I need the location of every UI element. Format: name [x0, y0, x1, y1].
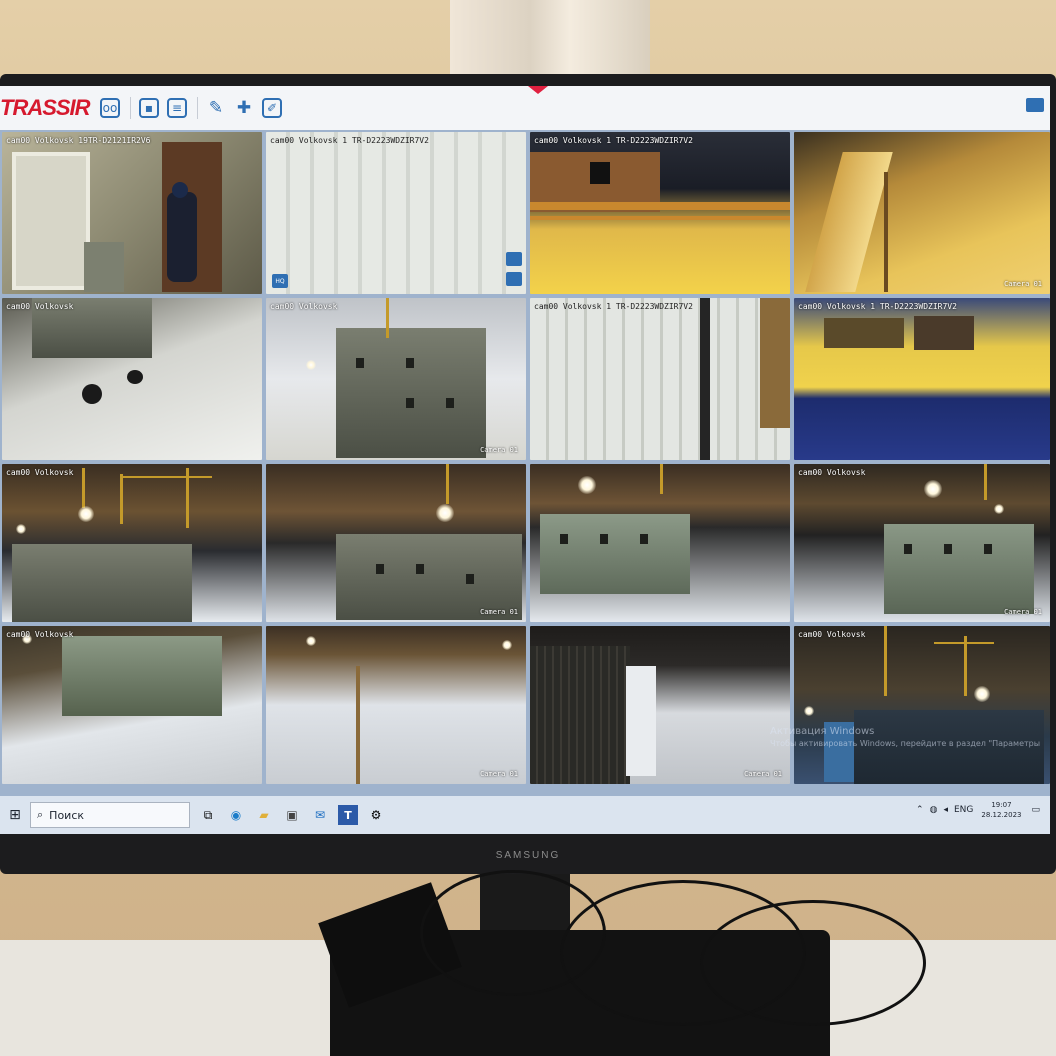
search-icon: ⌕ — [37, 808, 44, 821]
pen-icon[interactable]: ✎ — [206, 98, 226, 118]
camera-caption: Camera 01 — [1004, 280, 1042, 288]
camera-caption: Camera 01 — [480, 608, 518, 616]
store-icon[interactable]: ▣ — [282, 805, 302, 825]
camera-tile[interactable]: cam00 Volkovsk 1 TR-D2223WDZIR7V2 HQ — [266, 132, 526, 294]
camera-tile[interactable]: Camera 01 — [266, 464, 526, 622]
camera-label: cam00 Volkovsk — [270, 302, 338, 311]
camera-label: cam00 Volkovsk — [798, 630, 866, 639]
wall-background — [450, 0, 650, 80]
camera-label: cam00 Volkovsk — [798, 468, 866, 477]
camera-tile[interactable]: cam00 Volkovsk — [794, 626, 1050, 784]
camera-tile[interactable]: cam00 Volkovsk — [2, 626, 262, 784]
camera-tile[interactable]: cam00 Volkovsk 1 TR-D2223WDZIR7V2 — [794, 298, 1050, 460]
camera-icon[interactable] — [1026, 98, 1044, 112]
monitor-brand: SAMSUNG — [495, 850, 561, 861]
notifications-icon[interactable]: ▭ — [1031, 805, 1040, 815]
windows-activation-notice: Активация Windows Чтобы активировать Win… — [770, 726, 1040, 750]
camera-label: cam00 Volkovsk 1 TR-D2223WDZIR7V2 — [270, 136, 429, 145]
system-tray: ⌃ ◍ ◂ ENG 19:07 28.12.2023 ▭ — [916, 800, 1040, 820]
camera-tile[interactable]: cam00 Volkovsk Camera 01 — [794, 464, 1050, 622]
mail-icon[interactable]: ✉ — [310, 805, 330, 825]
camera-tile[interactable]: cam00 Volkovsk 19TR-D2121IR2V6 — [2, 132, 262, 294]
camera-caption: Camera 01 — [480, 446, 518, 454]
camera-label: cam00 Volkovsk 19TR-D2121IR2V6 — [6, 136, 151, 145]
camera-tile[interactable]: cam00 Volkovsk 1 TR-D2223WDZIR7V2 — [530, 298, 790, 460]
toolbar-separator — [197, 97, 198, 119]
activation-hint: Чтобы активировать Windows, перейдите в … — [770, 739, 1040, 748]
camera-caption: Camera 01 — [1004, 608, 1042, 616]
chevron-up-icon[interactable]: ⌃ — [916, 805, 924, 815]
activation-title: Активация Windows — [770, 726, 875, 737]
camera-label: cam00 Volkovsk 1 TR-D2223WDZIR7V2 — [534, 302, 693, 311]
monitor-screen: TRASSIR oo ▪ ≡ ✎ ✚ ✐ cam00 Volkovsk 19TR… — [0, 86, 1050, 834]
volume-icon[interactable]: ◂ — [943, 805, 948, 815]
layout-icon[interactable]: ≡ — [167, 98, 187, 118]
camera-label: cam00 Volkovsk — [6, 468, 74, 477]
center-marker-icon — [528, 86, 548, 94]
camera-tile[interactable]: Camera 01 — [266, 626, 526, 784]
camera-grid: cam00 Volkovsk 19TR-D2121IR2V6 cam00 Vol… — [0, 132, 1050, 796]
cable — [700, 900, 926, 1026]
cable — [420, 870, 606, 996]
windows-taskbar: ⊞ ⌕ Поиск ⧉ ◉ ▰ ▣ ✉ T ⚙ ⌃ ◍ ◂ ENG 19:07 … — [0, 796, 1050, 834]
camera-tile[interactable] — [530, 464, 790, 622]
taskbar-clock[interactable]: 19:07 28.12.2023 — [981, 800, 1021, 820]
camera-caption: Camera 01 — [480, 770, 518, 778]
trassir-taskbar-icon[interactable]: T — [338, 805, 358, 825]
camera-label: cam00 Volkovsk — [6, 630, 74, 639]
camera-caption: Camera 01 — [744, 770, 782, 778]
app-logo: TRASSIR — [0, 95, 91, 120]
record-icon[interactable]: oo — [100, 98, 120, 118]
clock-time: 19:07 — [991, 801, 1012, 809]
chat-icon[interactable]: ▪ — [139, 98, 159, 118]
camera-label: cam00 Volkovsk — [6, 302, 74, 311]
record-icon[interactable] — [506, 272, 522, 286]
windows-start-icon[interactable]: ⊞ — [0, 800, 30, 830]
language-indicator[interactable]: ENG — [954, 805, 973, 815]
settings-icon[interactable]: ⚙ — [366, 805, 386, 825]
camera-tile[interactable]: cam00 Volkovsk — [2, 298, 262, 460]
taskbar-search-input[interactable]: ⌕ Поиск — [30, 802, 190, 828]
puzzle-icon[interactable]: ✚ — [234, 98, 254, 118]
folder-icon[interactable]: ▰ — [254, 805, 274, 825]
task-view-icon[interactable]: ⧉ — [198, 805, 218, 825]
app-toolbar: TRASSIR oo ▪ ≡ ✎ ✚ ✐ — [0, 86, 1050, 130]
archive-icon[interactable] — [506, 252, 522, 266]
camera-label: cam00 Volkovsk 1 TR-D2223WDZIR7V2 — [534, 136, 693, 145]
camera-tile[interactable]: cam00 Volkovsk — [2, 464, 262, 622]
search-placeholder: Поиск — [49, 808, 85, 822]
camera-tile[interactable]: Camera 01 — [530, 626, 790, 784]
edge-icon[interactable]: ◉ — [226, 805, 246, 825]
camera-tile[interactable]: cam00 Volkovsk 1 TR-D2223WDZIR7V2 — [530, 132, 790, 294]
edit-icon[interactable]: ✐ — [262, 98, 282, 118]
camera-label: cam00 Volkovsk 1 TR-D2223WDZIR7V2 — [798, 302, 957, 311]
hq-badge-icon[interactable]: HQ — [272, 274, 288, 288]
camera-tile[interactable]: cam00 Volkovsk Camera 01 — [266, 298, 526, 460]
clock-date: 28.12.2023 — [981, 811, 1022, 819]
toolbar-separator — [130, 97, 131, 119]
camera-tile[interactable]: Camera 01 — [794, 132, 1050, 294]
network-icon[interactable]: ◍ — [930, 805, 938, 815]
